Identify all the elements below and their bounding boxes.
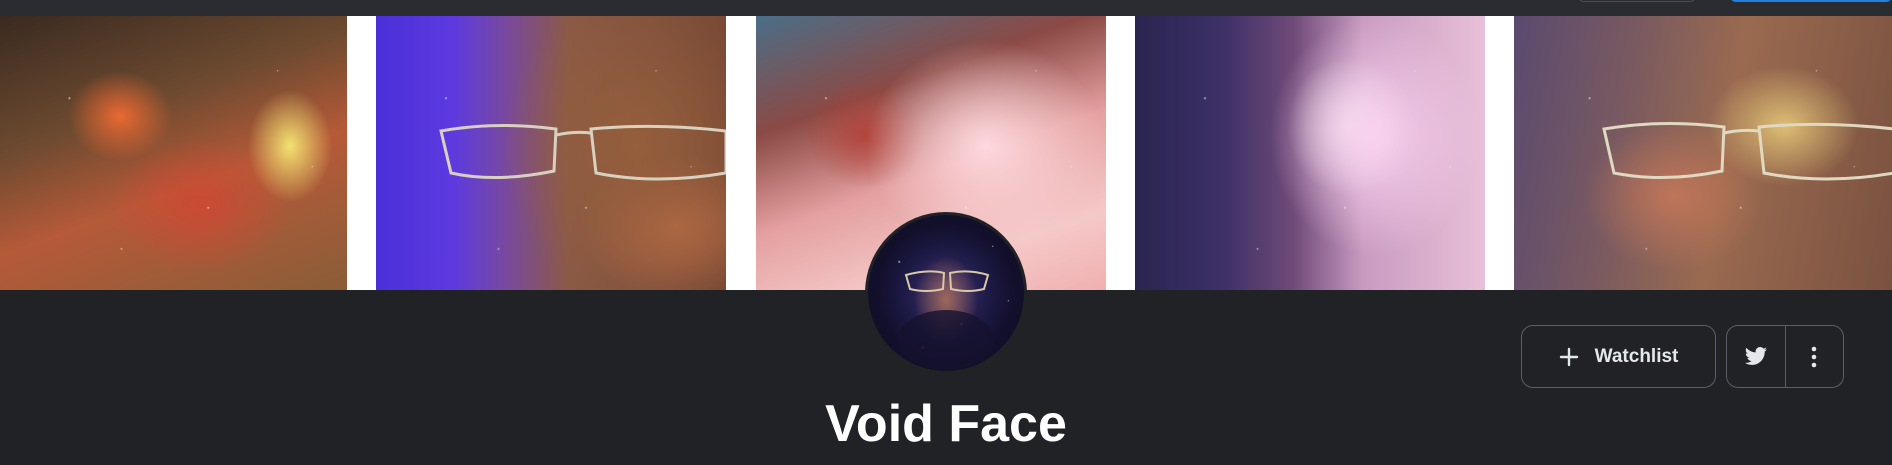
nav-secondary-button[interactable]	[1578, 0, 1696, 2]
collection-actions: Watchlist	[1521, 325, 1844, 388]
share-more-group	[1726, 325, 1844, 388]
avatar-glasses-artwork	[898, 270, 994, 370]
glasses-artwork	[439, 123, 726, 181]
twitter-icon	[1744, 346, 1767, 365]
glasses-artwork	[1602, 121, 1892, 181]
more-options-button[interactable]	[1784, 326, 1844, 387]
collection-title: Void Face	[825, 395, 1067, 453]
more-vertical-icon	[1811, 346, 1817, 367]
banner-image-5	[1514, 16, 1892, 290]
nav-primary-button[interactable]	[1730, 0, 1892, 2]
banner-image-1	[0, 16, 347, 290]
avatar-image	[868, 215, 1024, 371]
twitter-share-button[interactable]	[1727, 326, 1785, 387]
top-navigation-bar	[0, 0, 1892, 16]
collection-avatar[interactable]	[865, 212, 1027, 374]
banner-image-4	[1135, 16, 1485, 290]
watchlist-label: Watchlist	[1594, 345, 1679, 367]
plus-icon	[1559, 347, 1578, 366]
watchlist-button[interactable]: Watchlist	[1521, 325, 1716, 388]
banner-image-2	[376, 16, 726, 290]
